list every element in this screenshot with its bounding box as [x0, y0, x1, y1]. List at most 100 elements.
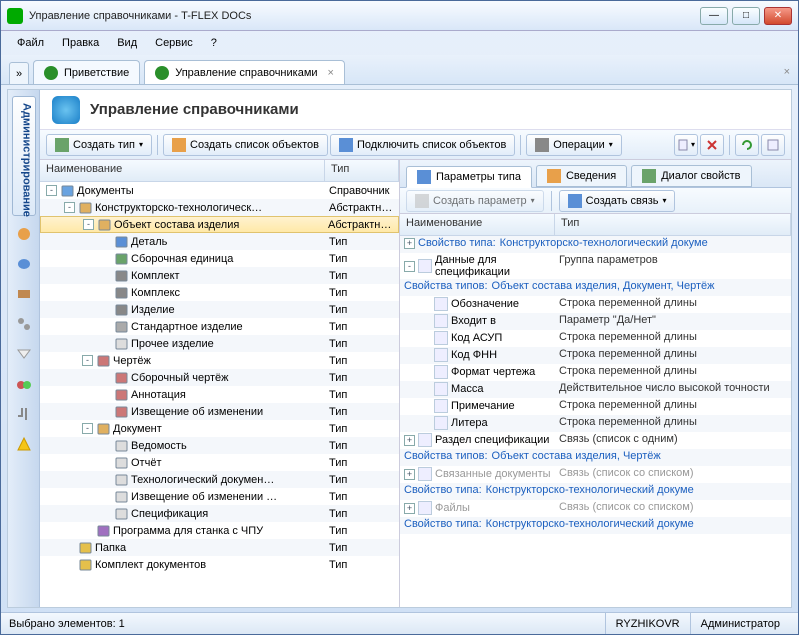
operations-button[interactable]: Операции▾	[526, 134, 621, 156]
expand-icon[interactable]: -	[83, 219, 94, 230]
tree-body[interactable]: -ДокументыСправочник-Конструкторско-техн…	[40, 182, 399, 607]
tree-row[interactable]: Технологический докумен…Тип	[40, 471, 399, 488]
prop-link-value[interactable]: Конструкторско-технологический докуме	[482, 484, 791, 496]
tree-row[interactable]: Прочее изделиеТип	[40, 335, 399, 352]
property-row[interactable]: ПримечаниеСтрока переменной длины	[400, 398, 791, 415]
tree-row[interactable]: -Конструкторско-технологическ…Абстрактн…	[40, 199, 399, 216]
prop-link-value[interactable]: Объект состава изделия, Чертёж	[488, 450, 791, 462]
tree-row[interactable]: КомплексТип	[40, 284, 399, 301]
property-row[interactable]: +Свойство типа: Конструкторско-технологи…	[400, 236, 791, 253]
tree-row[interactable]: Программа для станка с ЧПУТип	[40, 522, 399, 539]
tree-row[interactable]: Сборочный чертёжТип	[40, 369, 399, 386]
sidebar-icon-8[interactable]	[12, 432, 36, 456]
property-row[interactable]: Свойство типа: Конструкторско-технологич…	[400, 517, 791, 534]
menu-file[interactable]: Файл	[9, 35, 52, 51]
create-list-button[interactable]: Создать список объектов	[163, 134, 328, 156]
tree-row[interactable]: -Объект состава изделияАбстрактн…	[40, 216, 399, 233]
menu-service[interactable]: Сервис	[147, 35, 201, 51]
expand-icon[interactable]: -	[64, 202, 75, 213]
sidebar-icon-3[interactable]	[12, 282, 36, 306]
expand-icon[interactable]: -	[82, 355, 93, 366]
property-row[interactable]: +Связанные документыСвязь (список со спи…	[400, 466, 791, 483]
col-header-type[interactable]: Тип	[555, 214, 791, 235]
tree-row[interactable]: Сборочная единицаТип	[40, 250, 399, 267]
globe-icon	[155, 66, 169, 80]
col-header-type[interactable]: Тип	[325, 160, 399, 181]
col-header-name[interactable]: Наименование	[400, 214, 555, 235]
page-header: Управление справочниками	[40, 90, 791, 130]
prop-link-value[interactable]: Конструкторско-технологический докуме	[496, 237, 791, 249]
tree-row[interactable]: КомплектТип	[40, 267, 399, 284]
close-button[interactable]: ✕	[764, 7, 792, 25]
expand-icon[interactable]: +	[404, 435, 415, 446]
prop-link-value[interactable]: Конструкторско-технологический докуме	[482, 518, 791, 530]
close-icon[interactable]: ×	[328, 67, 334, 79]
tree-row[interactable]: Извещение об изменении …Тип	[40, 488, 399, 505]
prop-link-value[interactable]: Объект состава изделия, Документ, Чертёж	[488, 280, 791, 292]
sidebar-icon-5[interactable]	[12, 342, 36, 366]
close-all-icon[interactable]: ×	[784, 66, 790, 78]
tree-row[interactable]: ДетальТип	[40, 233, 399, 250]
tree-row[interactable]: АннотацияТип	[40, 386, 399, 403]
tree-row[interactable]: Комплект документовТип	[40, 556, 399, 573]
toolbar-icon-props[interactable]	[761, 134, 785, 156]
property-row[interactable]: Входит вПараметр "Да/Нет"	[400, 313, 791, 330]
property-row[interactable]: Код АСУПСтрока переменной длины	[400, 330, 791, 347]
tree-row[interactable]: -ДокументыСправочник	[40, 182, 399, 199]
sidebar-icon-4[interactable]	[12, 312, 36, 336]
tree-row[interactable]: ИзделиеТип	[40, 301, 399, 318]
create-link-button[interactable]: Создать связь▾	[559, 190, 676, 212]
doc-tab-welcome[interactable]: Приветствие	[33, 60, 140, 84]
col-header-name[interactable]: Наименование	[40, 160, 325, 181]
menu-view[interactable]: Вид	[109, 35, 145, 51]
sidebar-icon-1[interactable]	[12, 222, 36, 246]
tab-dialog[interactable]: Диалог свойств	[631, 165, 751, 187]
tree-row[interactable]: ОтчётТип	[40, 454, 399, 471]
create-param-button[interactable]: Создать параметр▾	[406, 190, 544, 212]
prop-label: Файлы	[435, 502, 470, 514]
expand-icon[interactable]: -	[404, 261, 415, 272]
node-type: Справочник	[325, 185, 399, 197]
sidebar-icon-7[interactable]	[12, 402, 36, 426]
property-row[interactable]: Код ФННСтрока переменной длины	[400, 347, 791, 364]
tab-type-params[interactable]: Параметры типа	[406, 166, 532, 188]
property-row[interactable]: -Данные для спецификацииГруппа параметро…	[400, 253, 791, 279]
expand-icon[interactable]: +	[404, 503, 415, 514]
property-row[interactable]: ЛитераСтрока переменной длины	[400, 415, 791, 432]
expand-icon[interactable]: +	[404, 469, 415, 480]
tree-row[interactable]: Стандартное изделиеТип	[40, 318, 399, 335]
property-list[interactable]: + Свойство типа: Конструкторско-технологи…	[400, 236, 791, 607]
property-row[interactable]: МассаДействительное число высокой точнос…	[400, 381, 791, 398]
toolbar-icon-refresh[interactable]	[735, 134, 759, 156]
property-row[interactable]: +ФайлыСвязь (список со списком)	[400, 500, 791, 517]
property-row[interactable]: Свойства типов: Объект состава изделия, …	[400, 279, 791, 296]
menu-edit[interactable]: Правка	[54, 35, 107, 51]
create-type-button[interactable]: Создать тип▾	[46, 134, 152, 156]
menu-help[interactable]: ?	[203, 35, 225, 51]
sidebar-icon-6[interactable]	[12, 372, 36, 396]
tab-info[interactable]: Сведения	[536, 165, 627, 187]
tree-row[interactable]: Извещение об измененииТип	[40, 403, 399, 420]
sidebar-icon-2[interactable]	[12, 252, 36, 276]
sidebar-tab-admin[interactable]: Администрирование	[12, 96, 36, 216]
tree-row[interactable]: ВедомостьТип	[40, 437, 399, 454]
expand-icon[interactable]: +	[404, 238, 415, 249]
expand-icon[interactable]: -	[46, 185, 57, 196]
connect-list-button[interactable]: Подключить список объектов	[330, 134, 515, 156]
property-row[interactable]: Свойства типов: Объект состава изделия, …	[400, 449, 791, 466]
maximize-button[interactable]: □	[732, 7, 760, 25]
tree-row[interactable]: -ЧертёжТип	[40, 352, 399, 369]
minimize-button[interactable]: —	[700, 7, 728, 25]
property-row[interactable]: Формат чертежаСтрока переменной длины	[400, 364, 791, 381]
toolbar-icon-delete[interactable]	[700, 134, 724, 156]
property-row[interactable]: Свойство типа: Конструкторско-технологич…	[400, 483, 791, 500]
doc-tab-refs[interactable]: Управление справочниками ×	[144, 60, 345, 84]
tree-row[interactable]: -ДокументТип	[40, 420, 399, 437]
tree-row[interactable]: СпецификацияТип	[40, 505, 399, 522]
tab-scroll-left[interactable]: »	[9, 62, 29, 84]
expand-icon[interactable]: -	[82, 423, 93, 434]
property-row[interactable]: ОбозначениеСтрока переменной длины	[400, 296, 791, 313]
tree-row[interactable]: ПапкаТип	[40, 539, 399, 556]
toolbar-icon-copy[interactable]: ▾	[674, 134, 698, 156]
property-row[interactable]: +Раздел спецификацииСвязь (список с одни…	[400, 432, 791, 449]
